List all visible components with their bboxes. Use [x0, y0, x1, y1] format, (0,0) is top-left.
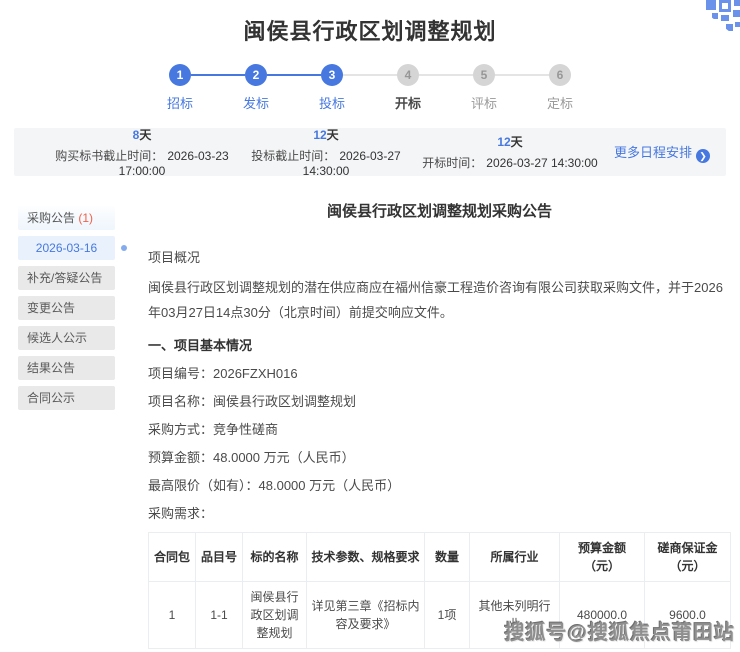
days-unit: 天: [511, 135, 523, 149]
step-number-badge: 6: [549, 64, 571, 86]
field-procurement-demand: 采购需求：: [148, 505, 731, 522]
more-schedule-label: 更多日程安排: [614, 145, 692, 160]
cell-quantity: 1项: [425, 582, 470, 649]
step-kaibiao: 4 开标: [370, 64, 446, 112]
step-zhaobiao: 1 招标: [142, 64, 218, 112]
notice-date-label: 2026-03-16: [36, 241, 97, 255]
sidebar-item-supplement-notice[interactable]: 补充/答疑公告: [18, 266, 115, 290]
step-label: 发标: [218, 93, 294, 112]
step-number-badge: 3: [321, 64, 343, 86]
announcement-title: 闽侯县行政区划调整规划采购公告: [148, 200, 731, 221]
deadline-datetime: 投标截止时间：2026-03-27 14:30:00: [234, 147, 418, 178]
active-dot-icon: [121, 245, 127, 251]
col-header-industry: 所属行业: [470, 533, 560, 582]
field-label: 采购需求：: [148, 506, 213, 521]
chevron-right-icon: ❯: [696, 149, 710, 163]
sidebar-item-label: 补充/答疑公告: [27, 271, 102, 285]
days-remaining: 12天: [234, 126, 418, 143]
step-label: 开标: [370, 93, 446, 112]
sidebar-item-contract-publicity[interactable]: 合同公示: [18, 386, 115, 410]
field-label: 项目名称：: [148, 394, 213, 409]
schedule-item-opening-time: 12天 开标时间： 2026-03-27 14:30:00: [418, 133, 602, 171]
deadline-label: 购买标书截止时间：: [55, 149, 163, 163]
field-value: 48.0000 万元（人民币）: [259, 478, 401, 493]
cell-item-number: 1-1: [196, 582, 243, 649]
field-value: 2026FZXH016: [213, 366, 298, 381]
step-label: 招标: [142, 93, 218, 112]
days-remaining: 8天: [50, 126, 234, 143]
step-label: 评标: [446, 93, 522, 112]
deadline-datetime: 购买标书截止时间：2026-03-23 17:00:00: [50, 147, 234, 178]
field-value: 闽侯县行政区划调整规划: [213, 394, 356, 409]
overview-heading: 项目概况: [148, 247, 731, 266]
page: 闽侯县行政区划调整规划 1 招标 2 发标 3 投标 4 开标 5 评标 6 定…: [0, 0, 740, 652]
field-label: 项目编号：: [148, 366, 213, 381]
step-number-badge: 4: [397, 64, 419, 86]
page-title: 闽侯县行政区划调整规划: [0, 0, 740, 46]
step-number-badge: 5: [473, 64, 495, 86]
field-procurement-method: 采购方式：竞争性磋商: [148, 421, 731, 438]
sidebar-item-notice-date[interactable]: 2026-03-16: [18, 236, 115, 260]
step-label: 投标: [294, 93, 370, 112]
announcement-sidebar: 采购公告 (1) 2026-03-16 补充/答疑公告 变更公告 候选人公示 结…: [18, 198, 122, 652]
col-header-item-number: 品目号: [196, 533, 243, 582]
schedule-item-purchase-deadline: 8天 购买标书截止时间：2026-03-23 17:00:00: [50, 126, 234, 178]
sidebar-item-label: 采购公告: [27, 211, 75, 225]
qr-code-corner-icon[interactable]: [690, 0, 740, 40]
step-pingbiao: 5 评标: [446, 64, 522, 112]
sidebar-item-result-notice[interactable]: 结果公告: [18, 356, 115, 380]
col-header-tech-specs: 技术参数、规格要求: [307, 533, 425, 582]
announcement-body: 闽侯县行政区划调整规划采购公告 项目概况 闽侯县行政区划调整规划的潜在供应商应在…: [148, 198, 731, 652]
sidebar-item-candidate-publicity[interactable]: 候选人公示: [18, 326, 115, 350]
deadline-value: 2026-03-27 14:30:00: [486, 156, 597, 170]
field-project-number: 项目编号：2026FZXH016: [148, 365, 731, 382]
schedule-bar: 8天 购买标书截止时间：2026-03-23 17:00:00 12天 投标截止…: [14, 128, 726, 176]
step-fabiao: 2 发标: [218, 64, 294, 112]
notice-count-badge: (1): [78, 211, 93, 225]
deadline-label: 投标截止时间：: [251, 149, 335, 163]
sidebar-item-label: 结果公告: [27, 361, 75, 375]
section1-heading: 一、项目基本情况: [148, 335, 731, 354]
field-budget-amount: 预算金额：48.0000 万元（人民币）: [148, 449, 731, 466]
days-remaining: 12天: [418, 133, 602, 150]
col-header-subject-name: 标的名称: [243, 533, 307, 582]
sidebar-item-change-notice[interactable]: 变更公告: [18, 296, 115, 320]
cell-contract-package: 1: [149, 582, 196, 649]
watermark-text: 搜狐号@搜狐焦点莆田站: [504, 616, 735, 645]
table-header-row: 合同包 品目号 标的名称 技术参数、规格要求 数量 所属行业 预算金额 （元） …: [149, 533, 731, 582]
step-toubiao: 3 投标: [294, 64, 370, 112]
field-value: 竞争性磋商: [213, 422, 278, 437]
col-header-quantity: 数量: [425, 533, 470, 582]
cell-tech-specs: 详见第三章《招标内容及要求》: [307, 582, 425, 649]
field-project-name: 项目名称：闽侯县行政区划调整规划: [148, 393, 731, 410]
step-number-badge: 2: [245, 64, 267, 86]
sidebar-item-label: 候选人公示: [27, 331, 87, 345]
sidebar-item-label: 合同公示: [27, 391, 75, 405]
bid-progress-stepper: 1 招标 2 发标 3 投标 4 开标 5 评标 6 定标: [0, 64, 740, 112]
sidebar-item-label: 变更公告: [27, 301, 75, 315]
col-header-budget: 预算金额 （元）: [560, 533, 645, 582]
days-unit: 天: [139, 128, 151, 142]
field-value: 48.0000 万元（人民币）: [213, 450, 355, 465]
col-header-contract-package: 合同包: [149, 533, 196, 582]
field-label: 采购方式：: [148, 422, 213, 437]
content-area: 采购公告 (1) 2026-03-16 补充/答疑公告 变更公告 候选人公示 结…: [0, 198, 740, 652]
field-max-price: 最高限价（如有）：48.0000 万元（人民币）: [148, 477, 731, 494]
overview-paragraph: 闽侯县行政区划调整规划的潜在供应商应在福州信豪工程造价咨询有限公司获取采购文件，…: [148, 275, 731, 325]
more-schedule-link[interactable]: 更多日程安排 ❯: [602, 142, 710, 163]
field-label: 预算金额：: [148, 450, 213, 465]
field-label: 最高限价（如有）：: [148, 478, 259, 493]
step-dingbiao: 6 定标: [522, 64, 598, 112]
cell-subject-name: 闽侯县行政区划调整规划: [243, 582, 307, 649]
step-number-badge: 1: [169, 64, 191, 86]
days-unit: 天: [327, 128, 339, 142]
step-label: 定标: [522, 93, 598, 112]
deadline-label: 开标时间：: [422, 156, 482, 170]
days-number: 12: [313, 128, 326, 142]
sidebar-item-procurement-notice[interactable]: 采购公告 (1): [18, 206, 115, 230]
schedule-item-bid-deadline: 12天 投标截止时间：2026-03-27 14:30:00: [234, 126, 418, 178]
days-number: 12: [497, 135, 510, 149]
col-header-deposit: 磋商保证金 （元）: [645, 533, 731, 582]
deadline-datetime: 开标时间： 2026-03-27 14:30:00: [418, 154, 602, 171]
